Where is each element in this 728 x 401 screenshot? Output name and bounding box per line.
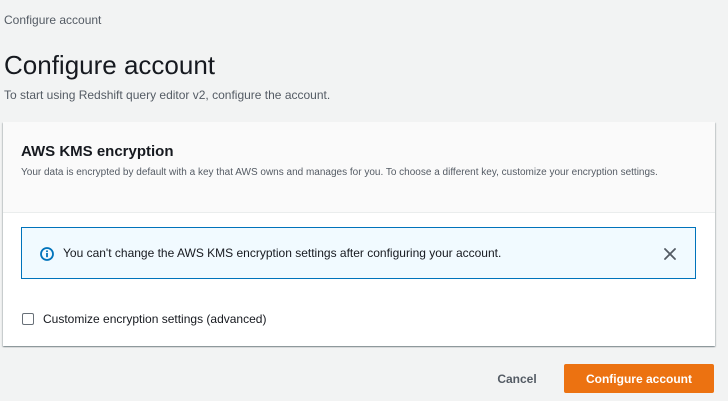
panel-description: Your data is encrypted by default with a… bbox=[21, 167, 658, 178]
kms-encryption-panel: AWS KMS encryption Your data is encrypte… bbox=[3, 122, 715, 346]
panel-title: AWS KMS encryption bbox=[21, 143, 174, 160]
customize-encryption-label[interactable]: Customize encryption settings (advanced) bbox=[43, 312, 266, 326]
info-alert: You can't change the AWS KMS encryption … bbox=[21, 227, 696, 279]
configure-account-button[interactable]: Configure account bbox=[564, 364, 714, 393]
alert-message: You can't change the AWS KMS encryption … bbox=[63, 246, 502, 260]
panel-header: AWS KMS encryption Your data is encrypte… bbox=[3, 122, 715, 213]
customize-encryption-option[interactable]: Customize encryption settings (advanced) bbox=[22, 311, 266, 327]
customize-encryption-checkbox[interactable] bbox=[22, 313, 34, 325]
close-icon[interactable] bbox=[660, 244, 680, 264]
cancel-button[interactable]: Cancel bbox=[484, 366, 550, 392]
page-subtitle: To start using Redshift query editor v2,… bbox=[4, 88, 331, 102]
info-icon bbox=[40, 247, 54, 261]
breadcrumb-item-configure-account: Configure account bbox=[4, 13, 102, 27]
page-title: Configure account bbox=[4, 50, 216, 80]
breadcrumb: Configure account bbox=[4, 13, 101, 27]
